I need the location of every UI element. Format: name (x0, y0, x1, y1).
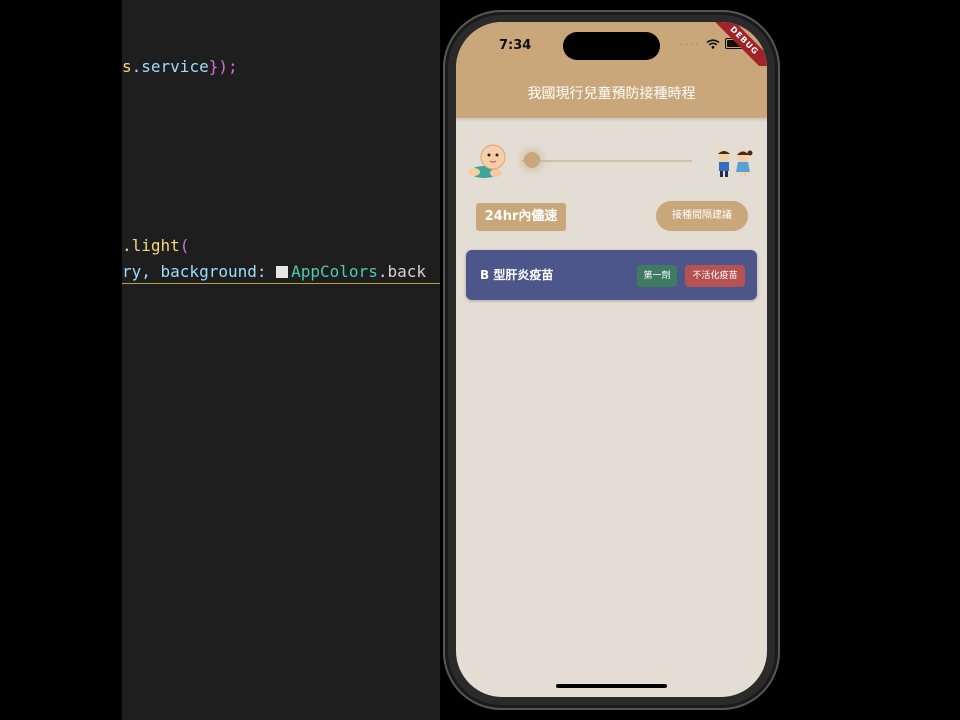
page-title: 我國現行兒童預防接種時程 (527, 86, 696, 102)
color-swatch (276, 266, 289, 278)
baby-crawling-icon (466, 142, 512, 178)
wifi-icon (706, 39, 725, 51)
signal-icon: ···· (679, 40, 701, 51)
time-filter-chip[interactable]: 24hr內儘速 (476, 203, 566, 231)
status-bar: 7:34 ···· DEBUG (456, 22, 767, 78)
vaccine-card[interactable]: B 型肝炎疫苗 第一劑 不活化疫苗 (466, 250, 757, 300)
code-line-2: .light( (122, 236, 190, 255)
status-time: 7:34 (499, 38, 532, 53)
code-line-3: ry, background: AppColors.back (122, 262, 426, 281)
code-editor: s.service}); .light( ry, background: App… (122, 0, 440, 720)
age-slider-track[interactable] (522, 160, 692, 162)
interval-advice-button[interactable]: 接種間隔建議 (656, 201, 748, 231)
code-underline (122, 283, 440, 284)
phone-screen: 7:34 ···· DEBUG 我國現行兒童預防接種時程 24hr內儘速 接種間… (456, 22, 767, 697)
children-icon (713, 148, 755, 178)
dynamic-island (563, 32, 660, 60)
vaccine-type-tag: 不活化疫苗 (685, 265, 745, 287)
home-indicator[interactable] (556, 684, 667, 688)
dose-tag: 第一劑 (637, 265, 677, 287)
age-slider-thumb[interactable] (524, 152, 540, 168)
code-line-1: s.service}); (122, 57, 238, 76)
vaccine-name: B 型肝炎疫苗 (480, 268, 554, 282)
